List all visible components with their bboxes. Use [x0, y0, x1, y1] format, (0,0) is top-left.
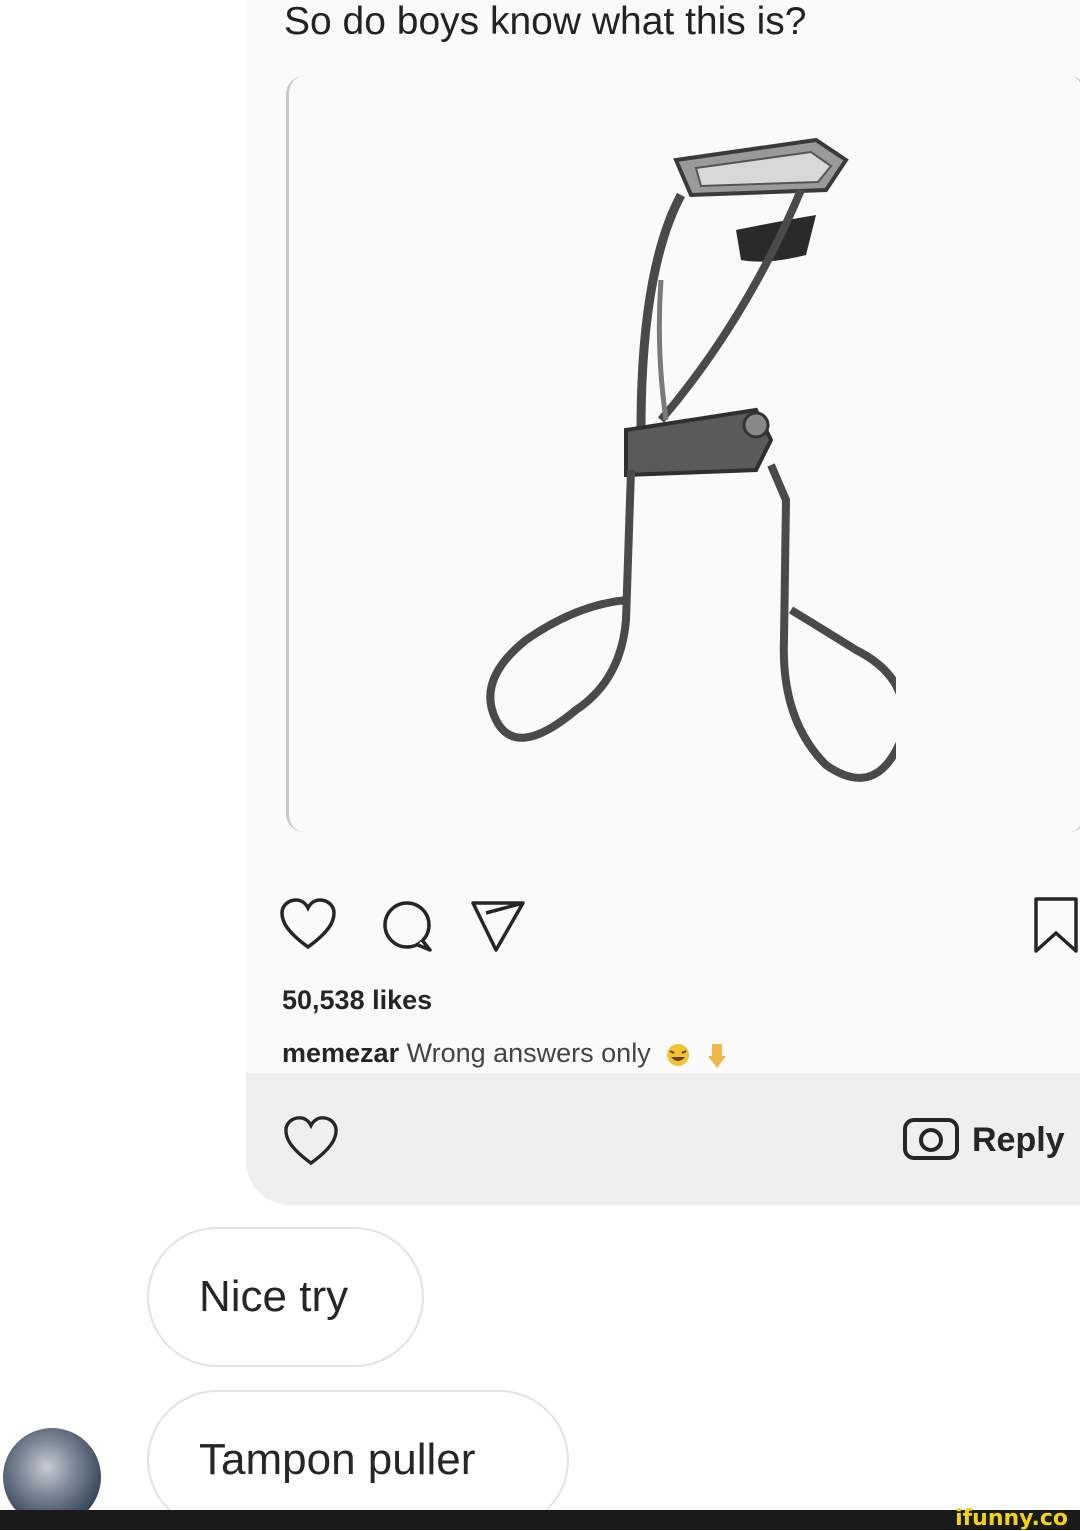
pointing-down-emoji-icon — [707, 1043, 726, 1068]
post-caption: memezar Wrong answers only — [282, 1038, 728, 1070]
reply-button[interactable]: Reply — [972, 1121, 1065, 1160]
likes-count[interactable]: 50,538 likes — [282, 985, 432, 1016]
laughing-emoji-icon — [667, 1043, 690, 1066]
eyelash-curler-image — [486, 137, 896, 782]
camera-icon[interactable] — [902, 1117, 960, 1161]
message-bubble[interactable]: Tampon puller — [147, 1390, 569, 1530]
message-bubble[interactable]: Nice try — [147, 1227, 424, 1367]
caption-username[interactable]: memezar — [282, 1038, 399, 1068]
reply-bar: Reply — [246, 1073, 1080, 1205]
ifunny-watermark: ifunny.co — [955, 1506, 1068, 1531]
caption-text: Wrong answers only — [406, 1038, 651, 1068]
post-image-caption: So do boys know what this is? — [284, 0, 807, 43]
bookmark-icon[interactable] — [1026, 895, 1080, 955]
shared-post-card[interactable]: So do boys know what this is? 50,538 lik… — [246, 0, 1080, 1205]
message-text: Nice try — [199, 1272, 349, 1321]
post-action-row — [278, 895, 1080, 961]
comment-icon[interactable] — [378, 895, 438, 955]
send-icon[interactable] — [468, 895, 528, 955]
watermark-bar: ifunny.co — [0, 1506, 1080, 1531]
heart-icon[interactable] — [282, 1113, 340, 1167]
message-text: Tampon puller — [199, 1435, 476, 1484]
heart-icon[interactable] — [278, 895, 338, 955]
post-image-frame-edge — [1070, 76, 1080, 832]
